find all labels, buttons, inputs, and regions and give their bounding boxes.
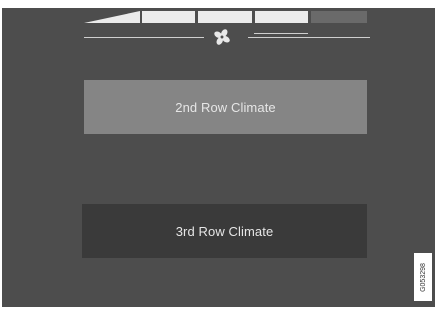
second-row-climate-label: 2nd Row Climate [175, 99, 276, 115]
fan-divider-right [248, 37, 370, 38]
fan-control[interactable] [82, 25, 372, 49]
figure-code: G053298 [414, 253, 432, 301]
third-row-climate-label: 3rd Row Climate [175, 223, 274, 239]
fan-glyph [214, 29, 230, 45]
third-row-climate-button[interactable]: 3rd Row Climate [82, 204, 367, 258]
fan-level-mark [254, 33, 308, 34]
fan-speed-segment [198, 11, 252, 23]
fan-speed-segment [255, 11, 308, 23]
climate-screen: 2nd Row Climate 3rd Row Climate G053298 [2, 8, 435, 307]
figure-frame: 2nd Row Climate 3rd Row Climate G053298 [0, 0, 440, 309]
fan-speed-wedge [84, 11, 140, 23]
fan-speed-segment [142, 11, 195, 23]
fan-speed-segment [311, 11, 367, 23]
fan-icon[interactable] [209, 26, 235, 48]
figure-code-label: G053298 [419, 262, 427, 292]
fan-speed-graph[interactable] [84, 8, 369, 25]
fan-divider-left [84, 37, 204, 38]
second-row-climate-button[interactable]: 2nd Row Climate [84, 80, 367, 134]
